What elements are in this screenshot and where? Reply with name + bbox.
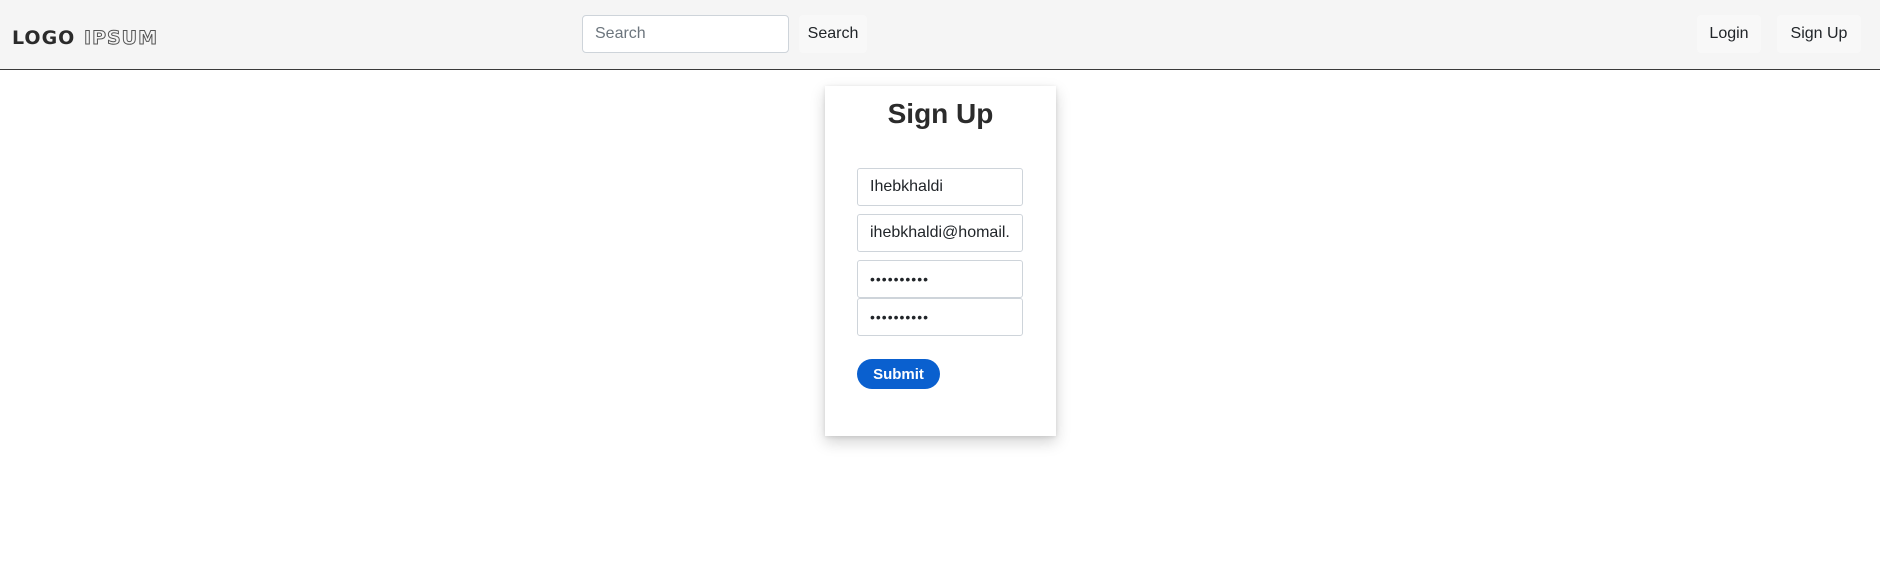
svg-text:IPSUM: IPSUM	[84, 27, 158, 48]
navbar: LOGO IPSUM Search Login Sign Up	[0, 0, 1880, 70]
email-field[interactable]: ihebkhaldi@homail.	[857, 214, 1023, 252]
confirm-password-value: ••••••••••	[870, 309, 930, 325]
password-value: ••••••••••	[870, 271, 930, 287]
submit-button[interactable]: Submit	[857, 359, 940, 389]
search-button[interactable]: Search	[799, 15, 867, 53]
logo[interactable]: LOGO IPSUM	[12, 26, 164, 49]
password-field[interactable]: ••••••••••	[857, 260, 1023, 298]
confirm-password-field[interactable]: ••••••••••	[857, 298, 1023, 336]
signup-nav-button[interactable]: Sign Up	[1777, 15, 1861, 53]
signup-title: Sign Up	[887, 98, 994, 129]
username-field[interactable]: Ihebkhaldi	[857, 168, 1023, 206]
signup-card: Sign Up Ihebkhaldi ihebkhaldi@homail. ••…	[825, 86, 1056, 436]
username-value: Ihebkhaldi	[870, 178, 943, 195]
logo-ipsum-icon: LOGO IPSUM	[12, 27, 158, 49]
search-input[interactable]	[582, 15, 789, 53]
login-button[interactable]: Login	[1697, 15, 1761, 53]
svg-text:LOGO: LOGO	[12, 27, 75, 48]
email-value: ihebkhaldi@homail.	[870, 224, 1010, 241]
